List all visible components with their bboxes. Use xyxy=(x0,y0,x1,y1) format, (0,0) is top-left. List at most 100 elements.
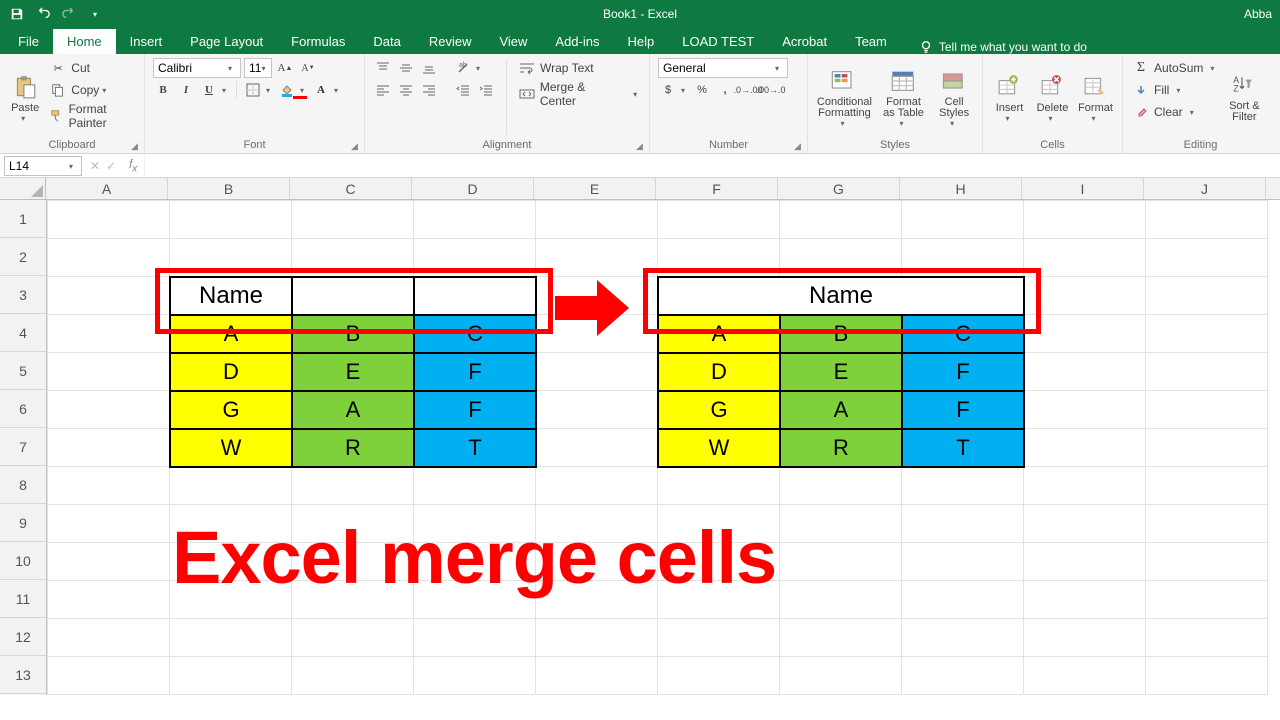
col-header[interactable]: D xyxy=(412,178,534,199)
row-header[interactable]: 9 xyxy=(0,504,46,542)
bold-button[interactable]: B xyxy=(153,80,173,100)
col-header[interactable]: A xyxy=(46,178,168,199)
cell-grid[interactable]: Name ABC DEF GAF WRT Name ABC DEF GAF xyxy=(47,200,1268,695)
row-header[interactable]: 11 xyxy=(0,580,46,618)
increase-font-icon[interactable]: A▲ xyxy=(275,58,295,78)
decrease-indent-icon[interactable] xyxy=(453,80,473,100)
decrease-decimal-button[interactable]: .00→.0 xyxy=(761,80,781,100)
italic-button[interactable]: I xyxy=(176,80,196,100)
format-as-table-icon xyxy=(890,69,918,95)
tab-team[interactable]: Team xyxy=(841,29,901,54)
format-painter-button[interactable]: Format Painter xyxy=(48,102,136,130)
cut-button[interactable]: ✂Cut xyxy=(48,58,136,78)
name-box[interactable]: L14▾ xyxy=(4,156,82,176)
increase-decimal-button[interactable]: .0→.00 xyxy=(738,80,758,100)
wrap-text-button[interactable]: Wrap Text xyxy=(517,58,641,78)
cancel-formula-icon[interactable]: ✕ xyxy=(90,159,100,173)
row-header[interactable]: 12 xyxy=(0,618,46,656)
paste-button[interactable]: Paste▾ xyxy=(8,58,42,137)
sort-filter-button[interactable]: AZSort & Filter xyxy=(1224,58,1264,137)
col-header[interactable]: F xyxy=(656,178,778,199)
comma-format-button[interactable]: , xyxy=(715,80,735,100)
font-size-input[interactable]: 11▾ xyxy=(244,58,272,78)
tab-formulas[interactable]: Formulas xyxy=(277,29,359,54)
tab-data[interactable]: Data xyxy=(359,29,414,54)
tab-add-ins[interactable]: Add-ins xyxy=(541,29,613,54)
save-icon[interactable] xyxy=(6,3,28,25)
row-header[interactable]: 8 xyxy=(0,466,46,504)
tab-file[interactable]: File xyxy=(4,29,53,54)
tab-view[interactable]: View xyxy=(485,29,541,54)
tab-review[interactable]: Review xyxy=(415,29,486,54)
align-right-icon[interactable] xyxy=(419,80,439,100)
fill-button[interactable]: Fill▾ xyxy=(1131,80,1218,100)
format-as-table-button[interactable]: Format as Table▾ xyxy=(879,58,928,137)
clear-button[interactable]: Clear▾ xyxy=(1131,102,1218,122)
decrease-font-icon[interactable]: A▼ xyxy=(298,58,318,78)
row-header[interactable]: 13 xyxy=(0,656,46,694)
dialog-launcher-icon[interactable]: ◢ xyxy=(351,141,361,151)
format-cells-button[interactable]: Format▾ xyxy=(1077,58,1114,137)
copy-button[interactable]: Copy▾ xyxy=(48,80,136,100)
undo-icon[interactable] xyxy=(32,3,54,25)
orientation-icon[interactable]: ab xyxy=(453,58,473,78)
conditional-formatting-button[interactable]: Conditional Formatting▾ xyxy=(816,58,873,137)
insert-cells-button[interactable]: Insert▾ xyxy=(991,58,1028,137)
dialog-launcher-icon[interactable]: ◢ xyxy=(794,141,804,151)
formula-input[interactable] xyxy=(144,156,1280,176)
dialog-launcher-icon[interactable]: ◢ xyxy=(636,141,646,151)
underline-button[interactable]: U xyxy=(199,80,219,100)
tab-help[interactable]: Help xyxy=(613,29,668,54)
increase-indent-icon[interactable] xyxy=(476,80,496,100)
align-middle-icon[interactable] xyxy=(396,58,416,78)
merge-icon xyxy=(517,84,537,104)
conditional-formatting-icon xyxy=(830,69,858,95)
merge-center-button[interactable]: Merge & Center▾ xyxy=(517,80,641,108)
autosum-button[interactable]: ΣAutoSum▾ xyxy=(1131,58,1218,78)
col-header[interactable]: I xyxy=(1022,178,1144,199)
dialog-launcher-icon[interactable]: ◢ xyxy=(131,141,141,151)
percent-format-button[interactable]: % xyxy=(692,80,712,100)
tell-me[interactable]: Tell me what you want to do xyxy=(919,40,1087,54)
cell-styles-button[interactable]: Cell Styles▾ xyxy=(934,58,974,137)
align-bottom-icon[interactable] xyxy=(419,58,439,78)
col-header[interactable]: C xyxy=(290,178,412,199)
ribbon: Paste▾ ✂Cut Copy▾ Format Painter Clipboa… xyxy=(0,54,1280,154)
align-center-icon[interactable] xyxy=(396,80,416,100)
borders-button[interactable] xyxy=(243,80,263,100)
caption-text: Excel merge cells xyxy=(172,515,776,600)
tab-acrobat[interactable]: Acrobat xyxy=(768,29,841,54)
align-left-icon[interactable] xyxy=(373,80,393,100)
row-header[interactable]: 7 xyxy=(0,428,46,466)
tab-insert[interactable]: Insert xyxy=(116,29,177,54)
col-header[interactable]: G xyxy=(778,178,900,199)
font-color-button[interactable]: A xyxy=(311,80,331,100)
delete-cells-button[interactable]: Delete▾ xyxy=(1034,58,1071,137)
redo-icon[interactable] xyxy=(58,3,80,25)
wrap-text-icon xyxy=(517,58,537,78)
group-label-styles: Styles xyxy=(816,139,974,151)
row-header[interactable]: 3 xyxy=(0,276,46,314)
enter-formula-icon[interactable]: ✓ xyxy=(106,159,116,173)
row-header[interactable]: 4 xyxy=(0,314,46,352)
align-top-icon[interactable] xyxy=(373,58,393,78)
col-header[interactable]: B xyxy=(168,178,290,199)
col-header[interactable]: H xyxy=(900,178,1022,199)
row-header[interactable]: 2 xyxy=(0,238,46,276)
qat-customize-icon[interactable]: ▾ xyxy=(84,3,106,25)
tab-home[interactable]: Home xyxy=(53,29,116,54)
select-all-button[interactable] xyxy=(0,178,46,199)
accounting-format-button[interactable]: $ xyxy=(658,80,678,100)
row-header[interactable]: 10 xyxy=(0,542,46,580)
font-name-input[interactable]: Calibri▾ xyxy=(153,58,241,78)
row-header[interactable]: 5 xyxy=(0,352,46,390)
tab-load-test[interactable]: LOAD TEST xyxy=(668,29,768,54)
tab-page-layout[interactable]: Page Layout xyxy=(176,29,277,54)
col-header[interactable]: E xyxy=(534,178,656,199)
row-header[interactable]: 6 xyxy=(0,390,46,428)
number-format-input[interactable]: General▾ xyxy=(658,58,788,78)
col-header[interactable]: J xyxy=(1144,178,1266,199)
group-editing: ΣAutoSum▾ Fill▾ Clear▾ AZSort & Filter E… xyxy=(1123,54,1278,153)
fx-icon[interactable]: fx xyxy=(122,157,144,174)
row-header[interactable]: 1 xyxy=(0,200,46,238)
